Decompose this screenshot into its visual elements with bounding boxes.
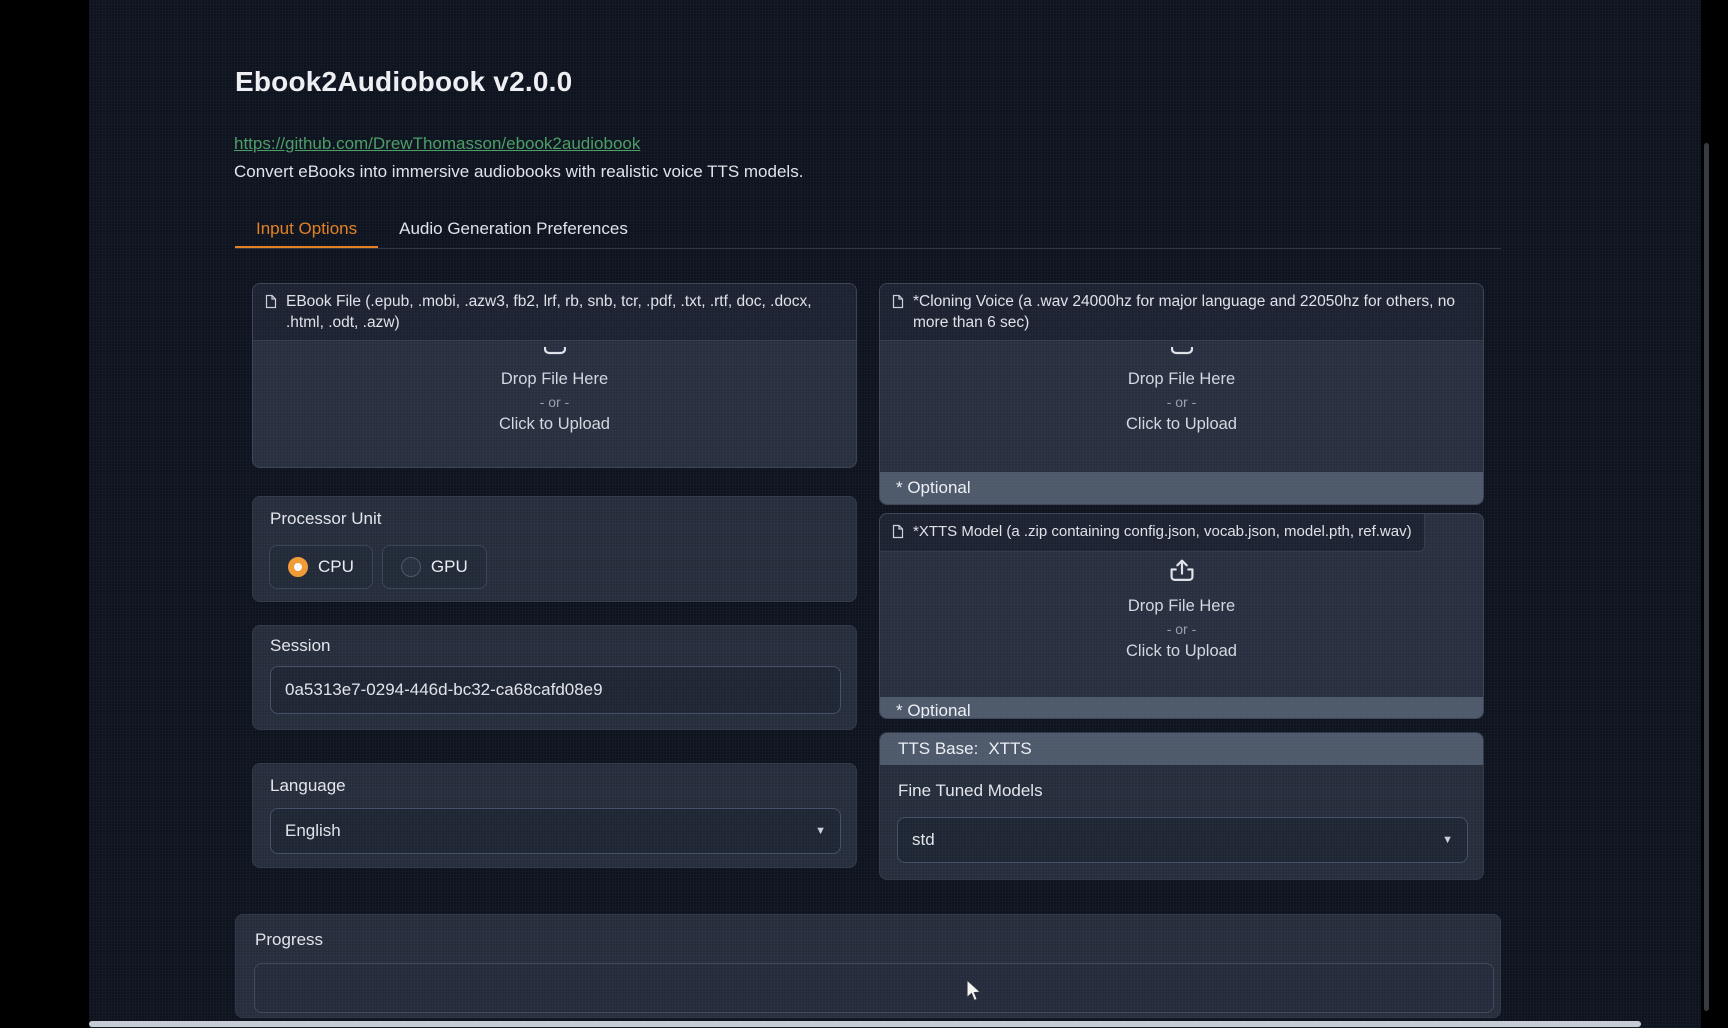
cloning-voice-upload[interactable]: *Cloning Voice (a .wav 24000hz for major… [879, 283, 1484, 505]
processor-unit-label: Processor Unit [270, 509, 381, 529]
processor-radio-group: CPU GPU [269, 545, 487, 589]
mouse-cursor [965, 979, 982, 1008]
xtts-model-optional-note: * Optional [880, 697, 1483, 718]
session-input[interactable]: 0a5313e7-0294-446d-bc32-ca68cafd08e9 [270, 666, 841, 714]
processor-unit-panel: Processor Unit CPU GPU [252, 496, 857, 602]
xtts-model-upload[interactable]: *XTTS Model (a .zip containing config.js… [879, 513, 1484, 719]
progress-label: Progress [255, 930, 323, 950]
drop-or-text: - or - [1167, 394, 1197, 410]
fine-tuned-models-dropdown[interactable]: std ▼ [897, 817, 1468, 863]
ebook-dropzone[interactable]: Drop File Here - or - Click to Upload [253, 341, 856, 467]
ebook-file-upload[interactable]: EBook File (.epub, .mobi, .azw3, fb2, lr… [252, 283, 857, 468]
tts-base-label: TTS Base: [898, 739, 978, 759]
language-label: Language [270, 776, 346, 796]
fine-tuned-selected-value: std [912, 830, 935, 850]
session-label: Session [270, 636, 330, 656]
file-icon [892, 524, 904, 544]
tts-base-value: XTTS [988, 739, 1031, 759]
radio-gpu[interactable]: GPU [382, 545, 487, 589]
vertical-scrollbar[interactable] [1704, 143, 1709, 1011]
click-to-upload-text[interactable]: Click to Upload [1126, 642, 1237, 661]
cloning-voice-optional-note: * Optional [880, 472, 1483, 504]
language-panel: Language English ▼ [252, 763, 857, 868]
drop-file-here-text: Drop File Here [1128, 370, 1235, 389]
page-background: Ebook2Audiobook v2.0.0 https://github.co… [89, 0, 1701, 1028]
radio-cpu[interactable]: CPU [269, 545, 373, 589]
tts-base-panel: TTS Base: XTTS Fine Tuned Models std ▼ [879, 732, 1484, 880]
cloning-voice-label-bar: *Cloning Voice (a .wav 24000hz for major… [880, 284, 1483, 341]
ebook-file-label-bar: EBook File (.epub, .mobi, .azw3, fb2, lr… [253, 284, 856, 341]
drop-or-text: - or - [540, 394, 570, 410]
cloning-voice-label: *Cloning Voice (a .wav 24000hz for major… [913, 291, 1471, 333]
click-to-upload-text[interactable]: Click to Upload [1126, 415, 1237, 434]
upload-icon [1171, 343, 1193, 361]
click-to-upload-text[interactable]: Click to Upload [499, 415, 610, 434]
language-dropdown[interactable]: English ▼ [270, 808, 841, 854]
tab-audio-generation-preferences[interactable]: Audio Generation Preferences [378, 210, 649, 248]
radio-cpu-label: CPU [318, 557, 354, 577]
tab-input-options[interactable]: Input Options [235, 210, 378, 248]
upload-icon [544, 343, 566, 361]
tts-base-bar: TTS Base: XTTS [880, 733, 1483, 765]
fine-tuned-models-label: Fine Tuned Models [898, 781, 1043, 801]
language-selected-value: English [285, 821, 341, 841]
session-panel: Session 0a5313e7-0294-446d-bc32-ca68cafd… [252, 625, 857, 730]
github-link[interactable]: https://github.com/DrewThomasson/ebook2a… [234, 134, 640, 154]
radio-gpu-label: GPU [431, 557, 468, 577]
progress-output [254, 963, 1494, 1013]
radio-selected-icon [288, 557, 308, 577]
file-icon [265, 294, 277, 314]
drop-or-text: - or - [1167, 621, 1197, 637]
chevron-down-icon: ▼ [1442, 834, 1453, 846]
progress-panel: Progress [235, 914, 1501, 1018]
xtts-model-label-bar: *XTTS Model (a .zip containing config.js… [880, 514, 1425, 552]
cloning-voice-dropzone[interactable]: Drop File Here - or - Click to Upload [880, 341, 1483, 472]
xtts-model-label: *XTTS Model (a .zip containing config.js… [913, 521, 1412, 542]
tab-bar: Input Options Audio Generation Preferenc… [235, 210, 1501, 249]
page-subtitle: Convert eBooks into immersive audiobooks… [234, 162, 803, 182]
drop-file-here-text: Drop File Here [501, 370, 608, 389]
ebook-file-label: EBook File (.epub, .mobi, .azw3, fb2, lr… [286, 291, 844, 333]
page-title: Ebook2Audiobook v2.0.0 [235, 66, 572, 98]
xtts-model-dropzone[interactable]: Drop File Here - or - Click to Upload [880, 552, 1483, 697]
drop-file-here-text: Drop File Here [1128, 597, 1235, 616]
radio-unselected-icon [401, 557, 421, 577]
upload-icon [1168, 558, 1196, 588]
file-icon [892, 294, 904, 314]
chevron-down-icon: ▼ [815, 825, 826, 837]
app-window: Ebook2Audiobook v2.0.0 https://github.co… [0, 0, 1728, 1028]
horizontal-scrollbar[interactable] [89, 1021, 1641, 1027]
